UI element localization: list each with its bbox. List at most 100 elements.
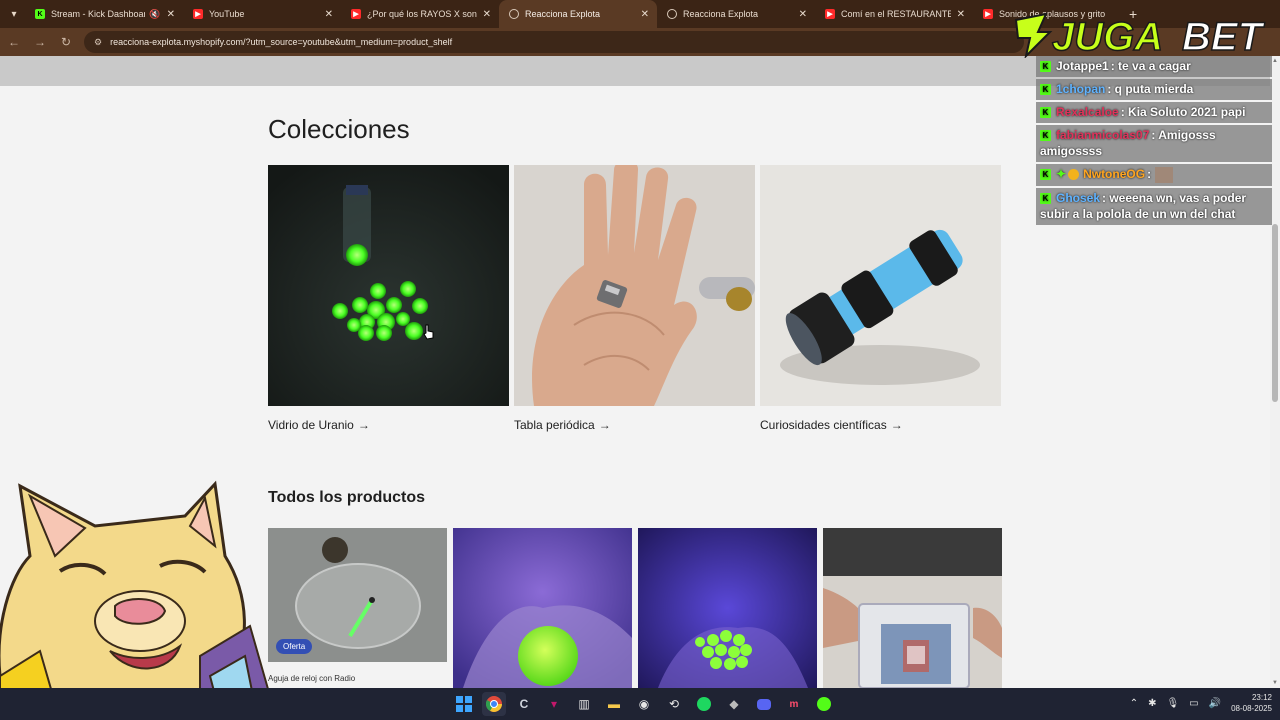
ccleaner-icon[interactable]: C [512,692,536,716]
close-icon[interactable]: ✕ [641,9,649,20]
collection-card-periodic-table[interactable]: Tabla periódica → [514,165,755,432]
chat-text: : q puta mierda [1107,82,1194,96]
collection-image[interactable] [514,165,755,406]
tab-title: ¿Por qué los RAYOS X son más [367,9,477,19]
tab-title: Reacciona Explota [683,9,759,19]
chat-message: K 1chopan: q puta mierda [1036,79,1272,100]
start-icon[interactable] [452,692,476,716]
sale-badge: Oferta [276,639,313,654]
streamer-avatar [0,480,270,720]
collection-link[interactable]: Vidrio de Uranio → [268,418,509,432]
tab-kick-dashboard[interactable]: K Stream - Kick Dashboard 🔇 ✕ [25,0,183,28]
streamer-icon[interactable]: ▾ [542,692,566,716]
forward-button[interactable]: → [28,30,52,54]
tab-youtube[interactable]: ▶ YouTube ✕ [183,0,341,28]
close-icon[interactable]: ✕ [957,9,965,20]
verified-icon: ✦ [1056,167,1067,181]
kick-icon[interactable] [812,692,836,716]
kick-icon: K [1040,61,1051,73]
network-icon[interactable]: ▭ [1189,698,1198,709]
spotify-icon[interactable] [692,692,716,716]
tab-title: Comí en el RESTAURANTE MÁS [841,9,951,19]
collection-card-uranium-glass[interactable]: Vidrio de Uranio → [268,165,509,432]
tab-restaurante[interactable]: ▶ Comí en el RESTAURANTE MÁS ✕ [815,0,973,28]
volume-icon[interactable]: 🔊 [1209,698,1221,709]
sponsor-logo-part2: BET [1182,15,1266,58]
meta-icon[interactable]: m [782,692,806,716]
back-button[interactable]: ← [2,30,26,54]
address-bar[interactable]: ⚙ reacciona-explota.myshopify.com/?utm_s… [84,31,1024,53]
bluetooth-icon[interactable]: ✱ [1148,698,1156,709]
chrome-icon[interactable] [482,692,506,716]
globe-icon [509,9,519,19]
youtube-icon: ▶ [193,9,203,19]
reload-button[interactable]: ↻ [54,30,78,54]
youtube-icon: ▶ [825,9,835,19]
emote-icon [1155,166,1174,183]
chat-username: Rexalcaloe [1056,105,1119,119]
chat-username: 1chopan [1056,82,1106,96]
chat-username: Ghosek [1056,190,1101,205]
youtube-icon: ▶ [351,9,361,19]
chevron-up-icon[interactable]: ⌃ [1130,698,1138,709]
product-image[interactable] [638,528,817,688]
collection-link[interactable]: Curiosidades científicas → [760,418,1001,432]
system-tray: ⌃ ✱ 🎙 ▭ 🔊 23:12 08-08-2025 [1130,692,1272,714]
badge-icon [1068,169,1080,181]
product-title[interactable]: Aguja de reloj con Radio [268,674,447,683]
close-icon[interactable]: ✕ [167,9,175,20]
tab-title: Stream - Kick Dashboard [51,9,146,19]
steam-icon[interactable]: ⟲ [662,692,686,716]
kick-icon: K [1040,169,1051,181]
chat-message: K ✦ NwtoneOG: [1036,164,1272,186]
clock[interactable]: 23:12 08-08-2025 [1231,692,1272,714]
product-image[interactable] [453,528,632,688]
sponsor-logo-part1: JUGA [1052,15,1163,58]
obs-icon[interactable]: ◉ [632,692,656,716]
collection-label: Vidrio de Uranio [268,418,354,432]
chat-username: Jotappe1 [1056,59,1109,73]
tab-title: YouTube [209,9,245,19]
product-card[interactable]: Oferta Aguja de reloj con Radio [268,528,447,688]
epic-icon[interactable]: ◆ [722,692,746,716]
chat-message: Kfabianmicolas07: Amigosss amigossss [1036,125,1272,162]
arrow-right-icon: → [890,418,903,432]
chat-message: K Ghosek: weeena wn, vas a poder subir a … [1036,187,1272,225]
scroll-down-icon[interactable]: ▼ [1272,680,1278,686]
chat-message: K Rexalcaloe: Kia Soluto 2021 papi [1036,102,1272,123]
tab-reacciona-explota[interactable]: Reacciona Explota ✕ [657,0,815,28]
files-icon[interactable]: ▬ [602,692,626,716]
tradingview-icon[interactable]: ▥ [572,692,596,716]
collection-card-scientific-curiosities[interactable]: Curiosidades científicas → [760,165,1001,432]
chat-text: : te va a cagar [1110,59,1191,73]
kick-icon: K [1040,84,1051,96]
tab-reacciona-explota-active[interactable]: Reacciona Explota ✕ [499,0,657,28]
collection-image[interactable] [760,165,1001,406]
arrow-right-icon: → [357,418,370,432]
product-image[interactable] [823,528,1002,688]
mute-icon[interactable]: 🔇 [149,9,160,20]
scroll-up-icon[interactable]: ▲ [1272,58,1278,64]
close-icon[interactable]: ✕ [325,9,333,20]
close-icon[interactable]: ✕ [483,9,491,20]
close-icon[interactable]: ✕ [799,9,807,20]
scroll-thumb[interactable] [1272,224,1278,402]
product-card[interactable] [453,528,632,688]
product-card[interactable] [823,528,1002,688]
product-card[interactable] [638,528,817,688]
stream-chat-overlay: K Jotappe1: te va a cagar K 1chopan: q put… [1036,56,1272,227]
microphone-icon[interactable]: 🎙 [1166,698,1179,709]
url-text: reacciona-explota.myshopify.com/?utm_sou… [110,37,453,47]
product-image[interactable]: Oferta [268,528,447,662]
chat-text: : Kia Soluto 2021 papi [1120,105,1246,119]
discord-icon[interactable] [752,692,776,716]
collection-link[interactable]: Tabla periódica → [514,418,755,432]
tab-search-icon[interactable]: ▾ [3,3,25,25]
collections-title: Colecciones [268,114,410,144]
tab-rayos-x[interactable]: ▶ ¿Por qué los RAYOS X son más ✕ [341,0,499,28]
chat-message: K Jotappe1: te va a cagar [1036,56,1272,77]
chat-username: NwtoneOG [1083,167,1146,181]
collection-image[interactable] [268,165,509,406]
kick-icon: K [35,9,45,19]
site-info-icon[interactable]: ⚙ [94,37,102,48]
